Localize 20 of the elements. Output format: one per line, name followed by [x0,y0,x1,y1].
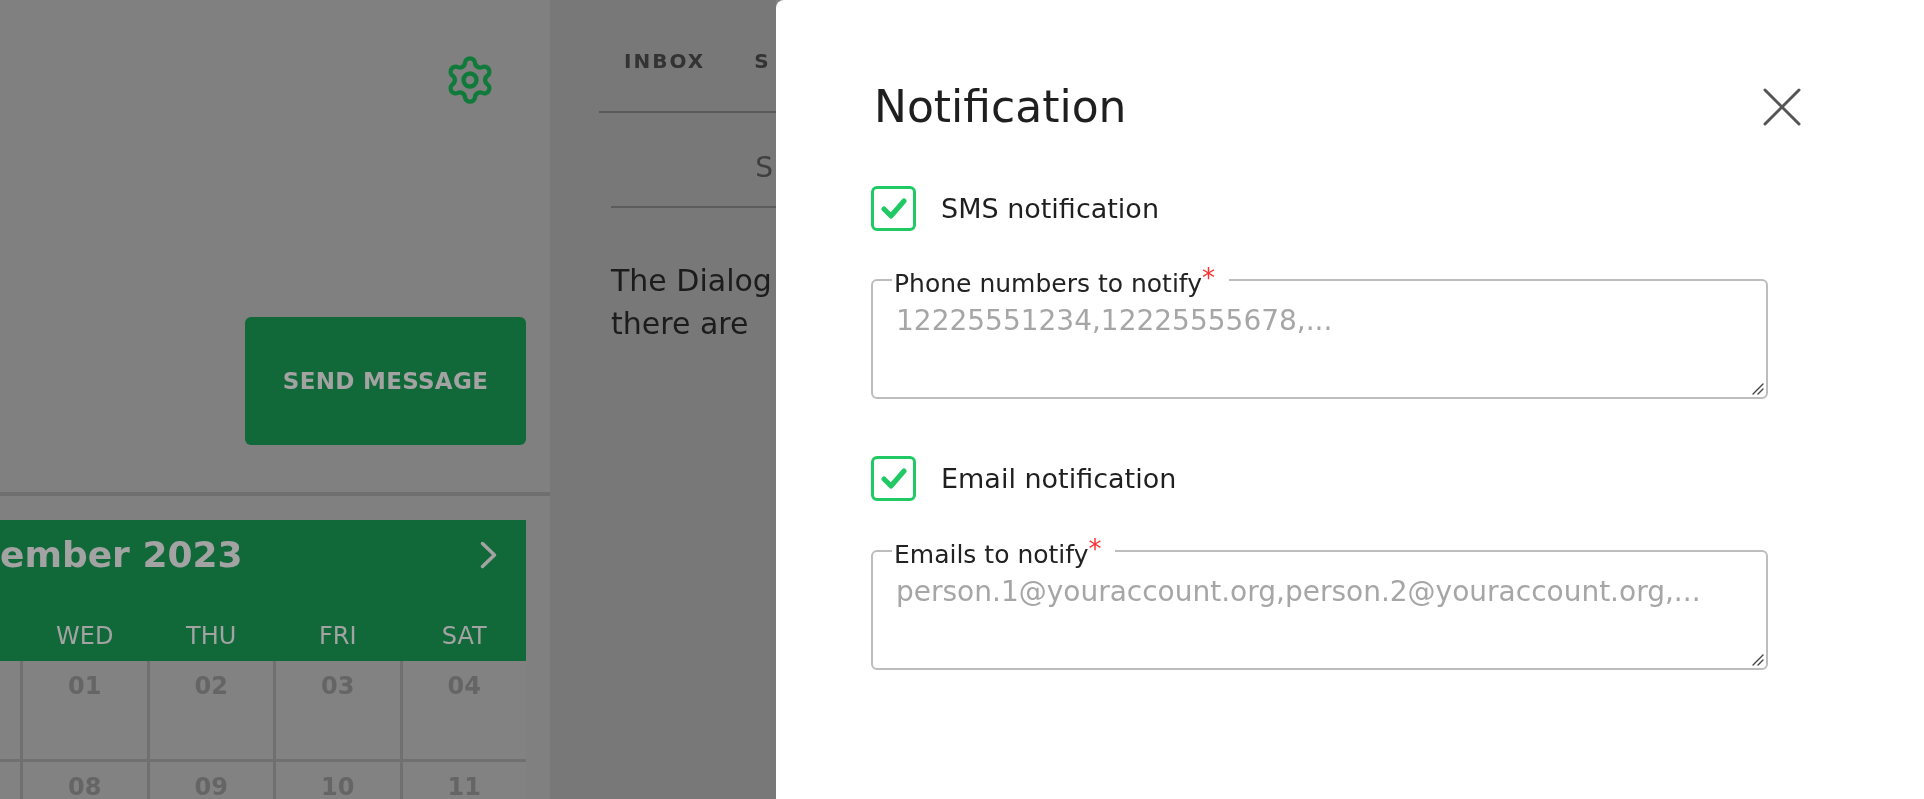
tab[interactable]: S [754,48,771,74]
calendar-month-title: ember 2023 [0,534,243,576]
weekday-label: THU [186,622,237,650]
body-text: The Dialog there are [611,262,772,343]
weekday-label: FRI [318,622,357,650]
checkmark-icon [880,198,907,219]
tab[interactable]: INBOX [624,48,706,74]
resize-grip-icon[interactable] [1752,383,1764,395]
checkbox-label: Email notification [941,461,1177,496]
checkbox[interactable] [871,186,916,231]
checkbox[interactable] [871,456,916,501]
close-icon[interactable] [1763,88,1801,126]
send-message-button[interactable]: SEND MESSAGE [245,317,526,445]
checkbox-label: SMS notification [941,191,1159,226]
chevron-right-icon[interactable] [480,541,498,569]
weekday-label: SAT [441,622,487,650]
checkmark-icon [880,468,907,489]
weekday-label: WED [56,622,114,650]
resize-grip-icon[interactable] [1752,654,1764,666]
dialog-title: Notification [874,80,1127,134]
